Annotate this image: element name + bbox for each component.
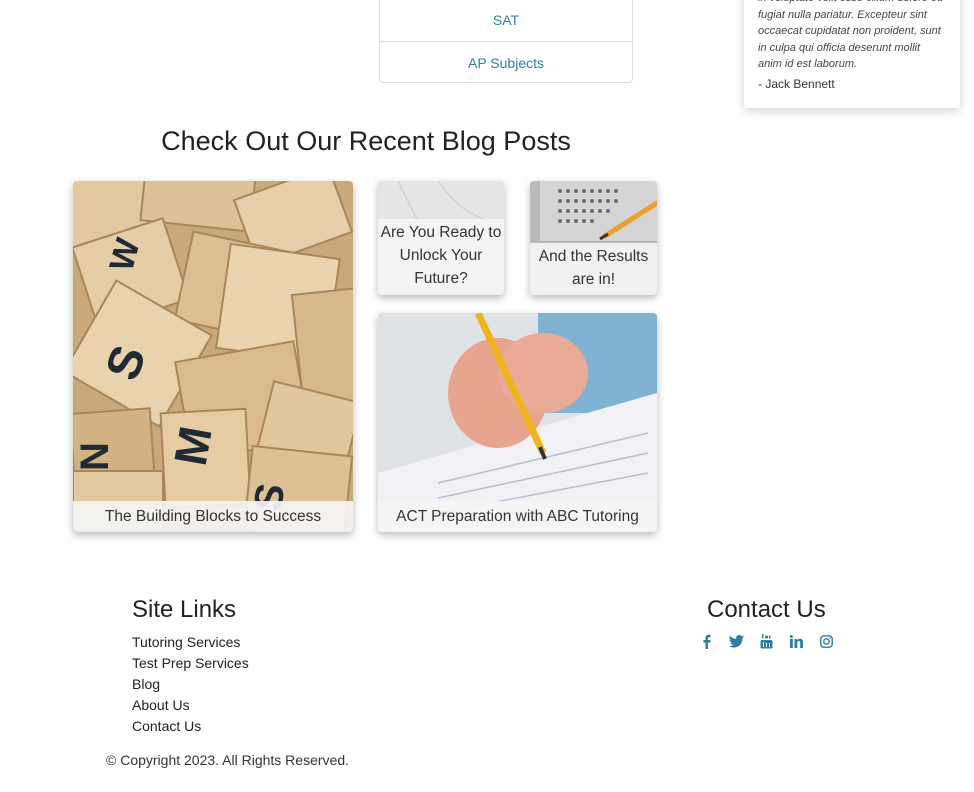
blog-card-caption: ACT Preparation with ABC Tutoring	[378, 501, 657, 532]
footer-link-about-us[interactable]: About Us	[132, 695, 249, 716]
linkedin-icon[interactable]	[787, 632, 805, 650]
footer-link-contact-us[interactable]: Contact Us	[132, 716, 249, 737]
blog-card-caption: And the Results are in!	[530, 243, 657, 295]
student-writing-image	[378, 313, 657, 532]
subject-item-ap-subjects[interactable]: AP Subjects	[380, 42, 632, 84]
site-links-list: Tutoring Services Test Prep Services Blo…	[132, 632, 249, 737]
blog-card-results[interactable]: And the Results are in!	[530, 181, 657, 295]
instagram-icon[interactable]	[817, 632, 835, 650]
blog-card-unlock-future[interactable]: Are You Ready to Unlock Your Future?	[378, 181, 504, 295]
blog-card-caption: The Building Blocks to Success	[73, 501, 353, 532]
svg-text:N: N	[73, 442, 117, 471]
blog-card-act-prep[interactable]: ACT Preparation with ABC Tutoring	[378, 313, 657, 532]
footer-link-test-prep-services[interactable]: Test Prep Services	[132, 653, 249, 674]
testimonial-author: - Jack Bennett	[758, 76, 835, 91]
blog-card-building-blocks[interactable]: W S M N S The Building Blocks to Success	[73, 181, 353, 532]
twitter-icon[interactable]	[727, 632, 745, 650]
subject-list: SAT AP Subjects	[379, 0, 633, 83]
youtube-icon[interactable]	[757, 632, 775, 650]
testimonial-card: in voluptate velit esse cillum dolore eu…	[744, 0, 960, 108]
contact-us-heading: Contact Us	[707, 596, 826, 623]
scrabble-tiles-image: W S M N S	[73, 181, 353, 532]
footer-link-blog[interactable]: Blog	[132, 674, 249, 695]
site-links-heading: Site Links	[132, 596, 237, 623]
copyright-text: © Copyright 2023. All Rights Reserved.	[106, 752, 349, 768]
subject-item-sat[interactable]: SAT	[380, 0, 632, 42]
footer-link-tutoring-services[interactable]: Tutoring Services	[132, 632, 249, 653]
testimonial-text: in voluptate velit esse cillum dolore eu…	[758, 0, 943, 70]
social-links	[697, 632, 835, 650]
blog-card-caption: Are You Ready to Unlock Your Future?	[378, 219, 504, 295]
facebook-icon[interactable]	[697, 632, 715, 650]
blog-heading: Check Out Our Recent Blog Posts	[161, 126, 571, 156]
